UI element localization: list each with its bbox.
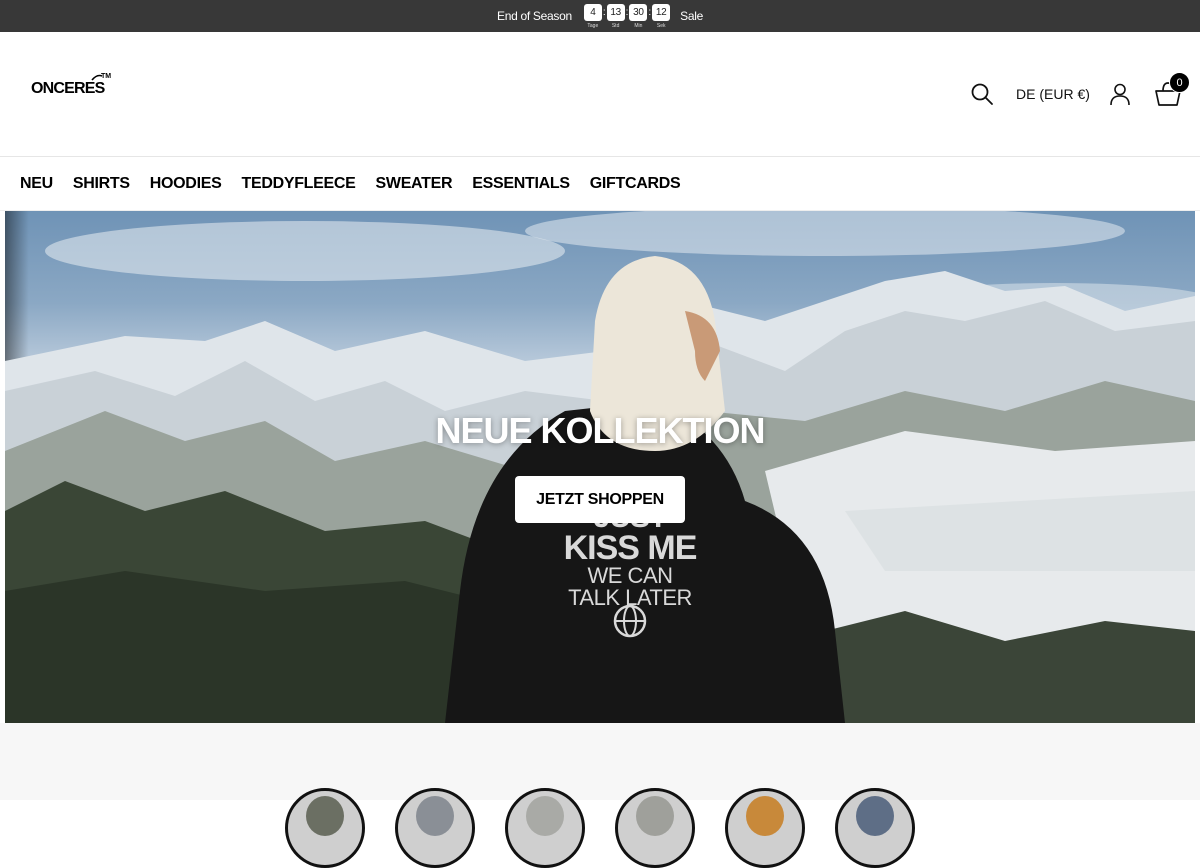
hero-title: NEUE KOLLEKTION	[435, 410, 765, 451]
category-thumbnail	[306, 796, 344, 836]
countdown-days: 4 Tage	[583, 3, 602, 29]
shop-now-button[interactable]: JETZT SHOPPEN	[515, 476, 685, 523]
site-header: ONCERES TM DE (EUR €) 0	[0, 32, 1200, 157]
announcement-bar: End of Season 4 Tage : 13 Std : 30 Min :…	[0, 0, 1200, 32]
logo-text: ONCERES	[31, 80, 105, 97]
announcement-right-text: Sale	[680, 9, 703, 23]
countdown-timer: 4 Tage : 13 Std : 30 Min : 12 Sek	[583, 3, 671, 29]
countdown-seconds-label: Sek	[656, 22, 666, 29]
cart-count-badge: 0	[1169, 72, 1190, 93]
countdown-days-label: Tage	[587, 22, 599, 29]
hero-banner: JUST KISS ME WE CAN TALK LATER NEUE KOLL…	[5, 211, 1195, 723]
countdown-hours: 13 Std	[606, 3, 625, 29]
countdown-hours-label: Std	[611, 22, 620, 29]
countdown-minutes-value: 30	[629, 3, 648, 21]
nav-item-shirts[interactable]: SHIRTS	[73, 175, 130, 193]
category-circle[interactable]	[505, 788, 585, 868]
countdown-minutes: 30 Min	[629, 3, 648, 29]
category-thumbnail	[856, 796, 894, 836]
logo-trademark: TM	[101, 73, 112, 80]
locale-selector[interactable]: DE (EUR €)	[1016, 86, 1090, 102]
countdown-separator: :	[648, 6, 652, 18]
category-thumbnail	[416, 796, 454, 836]
main-navigation: NEU SHIRTS HOODIES TEDDYFLEECE SWEATER E…	[0, 157, 1200, 211]
countdown-days-value: 4	[583, 3, 602, 21]
nav-item-teddyfleece[interactable]: TEDDYFLEECE	[241, 175, 355, 193]
category-circle[interactable]	[725, 788, 805, 868]
countdown-separator: :	[602, 6, 606, 18]
countdown-separator: :	[625, 6, 629, 18]
countdown-seconds: 12 Sek	[652, 3, 671, 29]
countdown-seconds-value: 12	[652, 3, 671, 21]
category-thumbnail	[636, 796, 674, 836]
hero-background-image	[5, 211, 1195, 723]
category-circle[interactable]	[395, 788, 475, 868]
category-thumbnail	[746, 796, 784, 836]
category-circle[interactable]	[285, 788, 365, 868]
nav-item-essentials[interactable]: ESSENTIALS	[472, 175, 570, 193]
nav-item-sweater[interactable]: SWEATER	[376, 175, 453, 193]
category-circle[interactable]	[615, 788, 695, 868]
category-strip	[0, 723, 1200, 868]
nav-item-giftcards[interactable]: GIFTCARDS	[590, 175, 681, 193]
brand-logo[interactable]: ONCERES TM	[31, 73, 111, 98]
nav-item-neu[interactable]: NEU	[20, 175, 53, 193]
account-icon[interactable]	[1108, 82, 1132, 106]
countdown-hours-value: 13	[606, 3, 625, 21]
nav-item-hoodies[interactable]: HOODIES	[150, 175, 222, 193]
category-circle[interactable]	[835, 788, 915, 868]
search-icon[interactable]	[970, 82, 994, 106]
announcement-left-text: End of Season	[497, 9, 572, 23]
category-thumbnail	[526, 796, 564, 836]
countdown-minutes-label: Min	[634, 22, 643, 29]
